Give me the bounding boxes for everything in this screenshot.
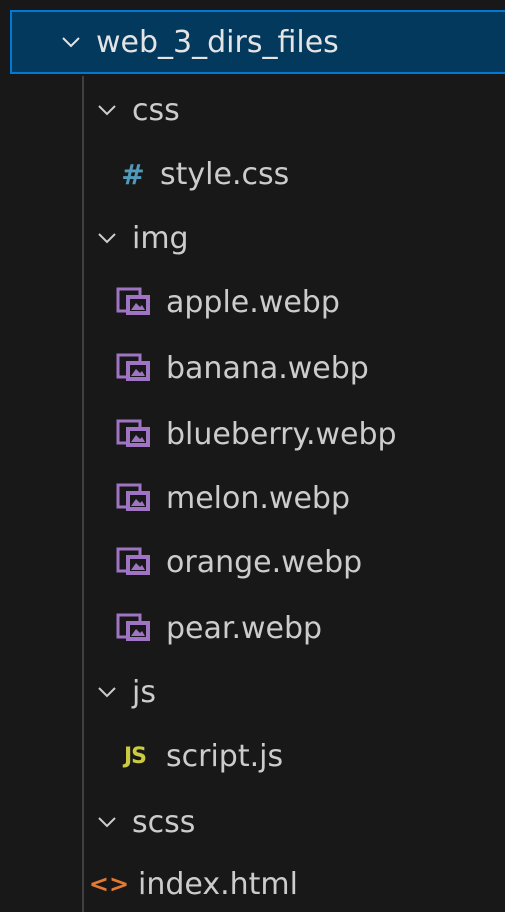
file-apple-webp[interactable]: apple.webp [0,270,505,334]
folder-js[interactable]: js [0,660,505,724]
file-melon-webp[interactable]: melon.webp [0,466,505,530]
image-file-icon [116,483,152,513]
file-explorer: web_3_dirs_files css # style.css img app… [0,0,505,912]
folder-scss[interactable]: scss [0,790,505,854]
folder-label: css [132,92,180,128]
file-pear-webp[interactable]: pear.webp [0,596,505,660]
folder-label: js [132,674,156,710]
chevron-down-icon[interactable] [98,813,116,831]
css-file-icon: # [121,157,145,191]
chevron-down-icon[interactable] [98,229,116,247]
image-file-icon [116,613,152,643]
html-file-icon: <> [88,870,130,898]
js-file-icon: JS [123,743,147,769]
file-style-css[interactable]: # style.css [0,142,505,206]
file-orange-webp[interactable]: orange.webp [0,530,505,594]
file-script-js[interactable]: JS script.js [0,724,505,788]
file-index-html[interactable]: <> index.html [0,852,505,912]
file-label: melon.webp [166,480,350,516]
folder-label: scss [132,804,196,840]
file-label: style.css [160,156,290,192]
image-file-icon [116,419,152,449]
image-file-icon [116,287,152,317]
file-label: index.html [138,866,298,902]
chevron-down-icon[interactable] [98,101,116,119]
folder-css[interactable]: css [0,78,505,142]
folder-web-3-dirs-files[interactable]: web_3_dirs_files [10,10,505,74]
file-label: pear.webp [166,610,323,646]
folder-label: img [132,220,189,256]
file-blueberry-webp[interactable]: blueberry.webp [0,402,505,466]
file-label: banana.webp [166,350,369,386]
file-label: apple.webp [166,284,340,320]
file-banana-webp[interactable]: banana.webp [0,336,505,400]
file-label: blueberry.webp [166,416,397,452]
file-label: orange.webp [166,544,363,580]
folder-label: web_3_dirs_files [96,24,339,60]
folder-img[interactable]: img [0,206,505,270]
image-file-icon [116,353,152,383]
chevron-down-icon[interactable] [62,33,80,51]
chevron-down-icon[interactable] [98,683,116,701]
image-file-icon [116,547,152,577]
file-label: script.js [166,738,284,774]
